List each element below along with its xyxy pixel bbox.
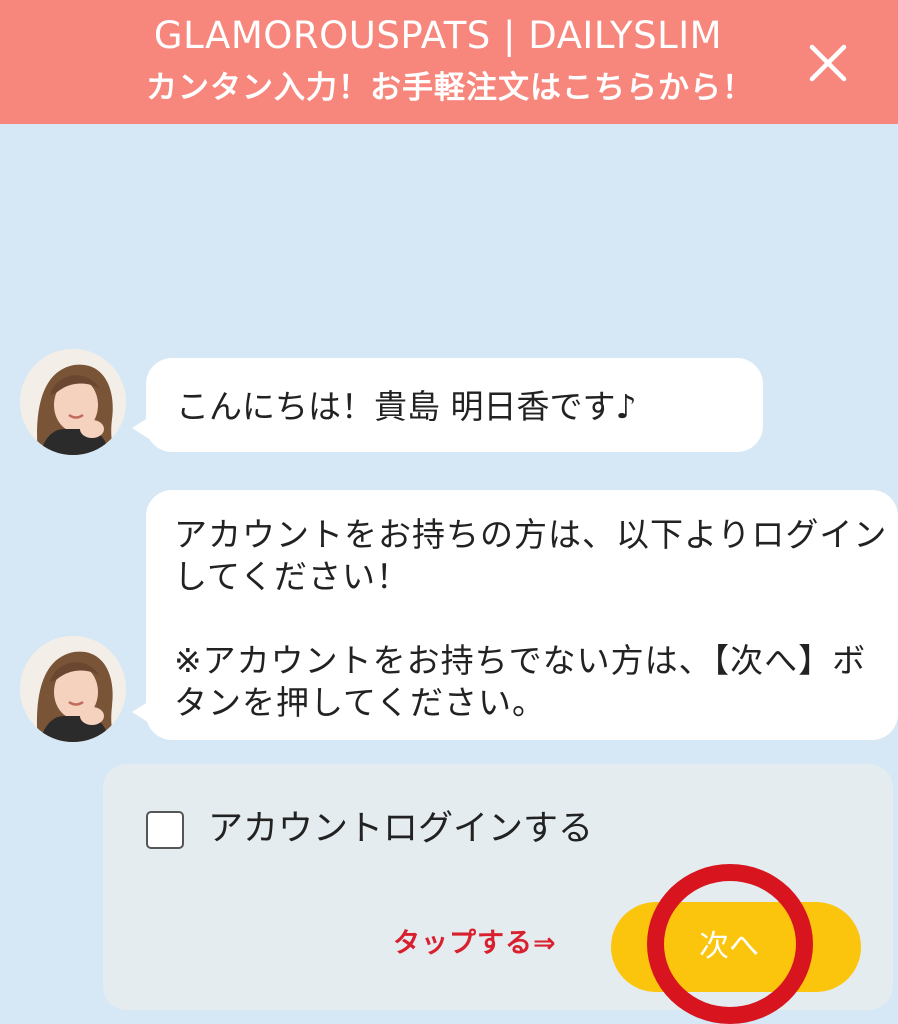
tap-hint-annotation: タップする⇒: [393, 928, 557, 959]
bubble-tail: [132, 414, 154, 442]
account-login-label[interactable]: アカウントログインする: [208, 807, 593, 851]
avatar-photo: [20, 636, 126, 742]
header-title: GLAMOROUSPATS | DAILYSLIM: [153, 14, 723, 57]
chat-message-greeting: こんにちは！貴島 明日香です♪: [132, 358, 763, 452]
close-button[interactable]: [803, 38, 853, 88]
next-button-label: 次へ: [699, 929, 759, 964]
avatar-photo: [20, 349, 126, 455]
chat-header: GLAMOROUSPATS | DAILYSLIM カンタン入力！お手軽注文はこ…: [0, 0, 898, 124]
message-text: アカウントをお持ちの方は、以下よりログインしてください！ ※アカウントをお持ちで…: [174, 515, 888, 722]
header-subtitle: カンタン入力！お手軽注文はこちらから！: [146, 70, 754, 106]
message-text: こんにちは！貴島 明日香です♪: [176, 387, 637, 426]
chat-message-login-info: アカウントをお持ちの方は、以下よりログインしてください！ ※アカウントをお持ちで…: [132, 490, 898, 740]
next-button[interactable]: 次へ: [611, 902, 861, 992]
avatar: [20, 636, 126, 742]
close-icon: [809, 44, 847, 82]
avatar: [20, 349, 126, 455]
bubble-tail: [132, 698, 154, 726]
account-login-checkbox[interactable]: [146, 811, 184, 849]
